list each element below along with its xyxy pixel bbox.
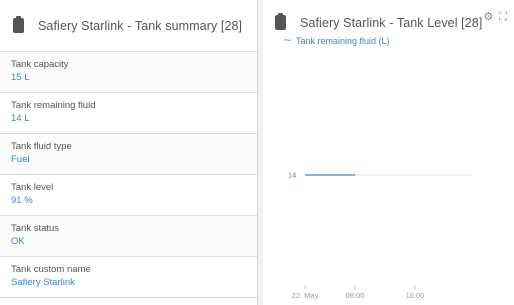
summary-row-custom-name: Tank custom name Safiery Starlink <box>0 257 257 298</box>
summary-row-value: OK <box>11 236 25 247</box>
tank-level-title: Safiery Starlink - Tank Level [28] <box>300 16 483 30</box>
summary-row-fluid-type: Tank fluid type Fuel <box>0 134 257 175</box>
summary-row-value: 15 L <box>11 72 30 83</box>
legend-label: Tank remaining fluid (L) <box>296 35 390 46</box>
summary-row-capacity: Tank capacity 15 L <box>0 52 257 93</box>
summary-row-label: Tank capacity <box>11 59 69 70</box>
tank-level-header: Safiery Starlink - Tank Level [28] <box>263 0 514 34</box>
summary-row-value: 14 L <box>11 113 30 124</box>
tank-summary-list: Tank capacity 15 L Tank remaining fluid … <box>0 52 257 298</box>
panel-tools: ⚙ ⛶ <box>483 12 507 23</box>
summary-row-remaining-fluid: Tank remaining fluid 14 L <box>0 93 257 134</box>
y-tick-label: 14 <box>288 171 296 180</box>
tank-icon <box>275 13 286 30</box>
tank-summary-header: Safiery Starlink - Tank summary [28] <box>0 0 257 52</box>
legend-line-icon: ⁓ <box>283 35 292 45</box>
summary-row-status: Tank status OK <box>0 216 257 257</box>
summary-row-label: Tank custom name <box>11 264 91 275</box>
dashboard: Safiery Starlink - Tank summary [28] Tan… <box>0 0 514 305</box>
summary-row-value: Fuel <box>11 154 30 165</box>
tank-summary-panel: Safiery Starlink - Tank summary [28] Tan… <box>0 0 258 305</box>
tank-icon <box>13 16 24 33</box>
gear-icon[interactable]: ⚙ <box>483 12 493 23</box>
summary-row-value: Safiery Starlink <box>11 277 75 288</box>
chart-legend[interactable]: ⁓ Tank remaining fluid (L) <box>263 35 514 46</box>
summary-row-label: Tank remaining fluid <box>11 100 96 111</box>
tank-level-panel: Safiery Starlink - Tank Level [28] ⚙ ⛶ ⁓… <box>263 0 514 305</box>
expand-icon[interactable]: ⛶ <box>499 12 507 23</box>
summary-row-label: Tank fluid type <box>11 141 72 152</box>
summary-row-value: 91 % <box>11 195 33 206</box>
x-tick-label: 16:00 <box>406 291 425 300</box>
tank-summary-title: Safiery Starlink - Tank summary [28] <box>38 18 243 33</box>
chart-svg: 14 22. May 08:00 16:00 <box>288 171 473 300</box>
x-tick-label: 22. May <box>292 291 319 300</box>
tank-level-chart[interactable]: 14 22. May 08:00 16:00 <box>263 60 514 305</box>
summary-row-label: Tank level <box>11 182 54 193</box>
x-tick-label: 08:00 <box>346 291 365 300</box>
summary-row-label: Tank status <box>11 223 60 234</box>
summary-row-level: Tank level 91 % <box>0 175 257 216</box>
